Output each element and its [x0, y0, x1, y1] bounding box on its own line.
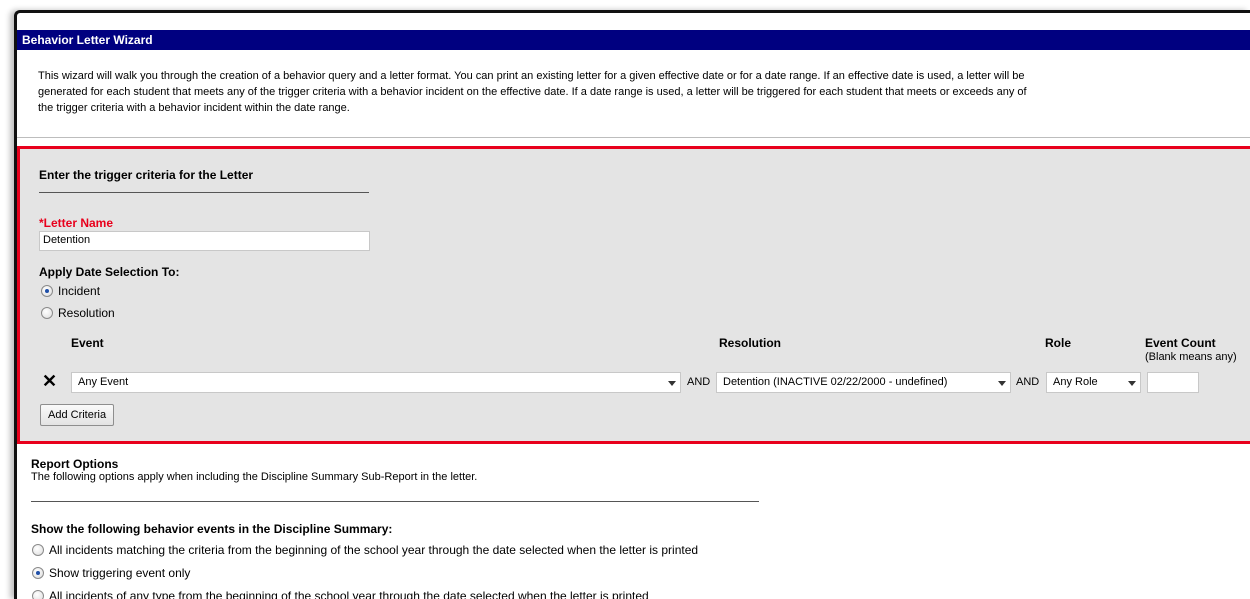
radio-unchecked-icon[interactable]: [32, 590, 44, 599]
wizard-title: Behavior Letter Wizard: [17, 30, 1250, 50]
radio-label: Show triggering event only: [49, 566, 191, 580]
column-role: Role: [1045, 336, 1072, 350]
radio-label: All incidents of any type from the begin…: [49, 589, 649, 599]
wizard-intro: This wizard will walk you through the cr…: [38, 68, 1248, 116]
radio-unchecked-icon[interactable]: [32, 544, 44, 556]
radio-all-incidents-any-type[interactable]: All incidents of any type from the begin…: [32, 589, 649, 599]
role-select[interactable]: Any Role: [1046, 372, 1141, 393]
radio-label: Incident: [58, 284, 101, 298]
and-label: AND: [1016, 376, 1040, 388]
radio-unchecked-icon[interactable]: [41, 307, 53, 319]
column-event-count: Event Count: [1145, 336, 1216, 350]
column-resolution: Resolution: [719, 336, 781, 350]
delete-criteria-icon[interactable]: ✕: [42, 372, 57, 390]
event-select[interactable]: Any Event: [71, 372, 681, 393]
radio-resolution[interactable]: Resolution: [41, 306, 115, 320]
criteria-heading: Enter the trigger criteria for the Lette…: [39, 168, 254, 182]
chevron-down-icon: [668, 381, 676, 386]
radio-all-matching-incidents[interactable]: All incidents matching the criteria from…: [32, 543, 698, 557]
resolution-select[interactable]: Detention (INACTIVE 02/22/2000 - undefin…: [716, 372, 1011, 393]
radio-incident[interactable]: Incident: [41, 284, 100, 298]
show-events-heading: Show the following behavior events in th…: [31, 522, 393, 536]
event-count-note: (Blank means any): [1145, 351, 1237, 363]
divider: [17, 137, 1250, 138]
event-select-value: Any Event: [78, 376, 129, 388]
letter-name-label: *Letter Name: [39, 216, 114, 230]
and-label: AND: [687, 376, 711, 388]
radio-label: Resolution: [58, 306, 115, 320]
resolution-select-value: Detention (INACTIVE 02/22/2000 - undefin…: [723, 376, 948, 388]
role-select-value: Any Role: [1053, 376, 1098, 388]
trigger-criteria-section: Enter the trigger criteria for the Lette…: [17, 146, 1250, 444]
chevron-down-icon: [1128, 381, 1136, 386]
radio-checked-icon[interactable]: [32, 567, 44, 579]
event-count-field[interactable]: [1147, 372, 1199, 393]
radio-checked-icon[interactable]: [41, 285, 53, 297]
intro-line: generated for each student that meets an…: [38, 86, 1027, 98]
divider: [39, 192, 369, 193]
radio-label: All incidents matching the criteria from…: [49, 543, 699, 557]
divider: [31, 501, 759, 502]
column-event: Event: [71, 336, 104, 350]
intro-line: the trigger criteria with a behavior inc…: [38, 102, 350, 114]
apply-date-label: Apply Date Selection To:: [39, 265, 180, 279]
intro-line: This wizard will walk you through the cr…: [38, 70, 1025, 82]
report-options-title: Report Options: [31, 457, 119, 471]
letter-name-field[interactable]: Detention: [39, 231, 370, 251]
chevron-down-icon: [998, 381, 1006, 386]
radio-triggering-event-only[interactable]: Show triggering event only: [32, 566, 190, 580]
wizard-panel: Behavior Letter Wizard This wizard will …: [14, 10, 1250, 599]
report-options-description: The following options apply when includi…: [31, 471, 478, 483]
add-criteria-button[interactable]: Add Criteria: [40, 404, 115, 426]
